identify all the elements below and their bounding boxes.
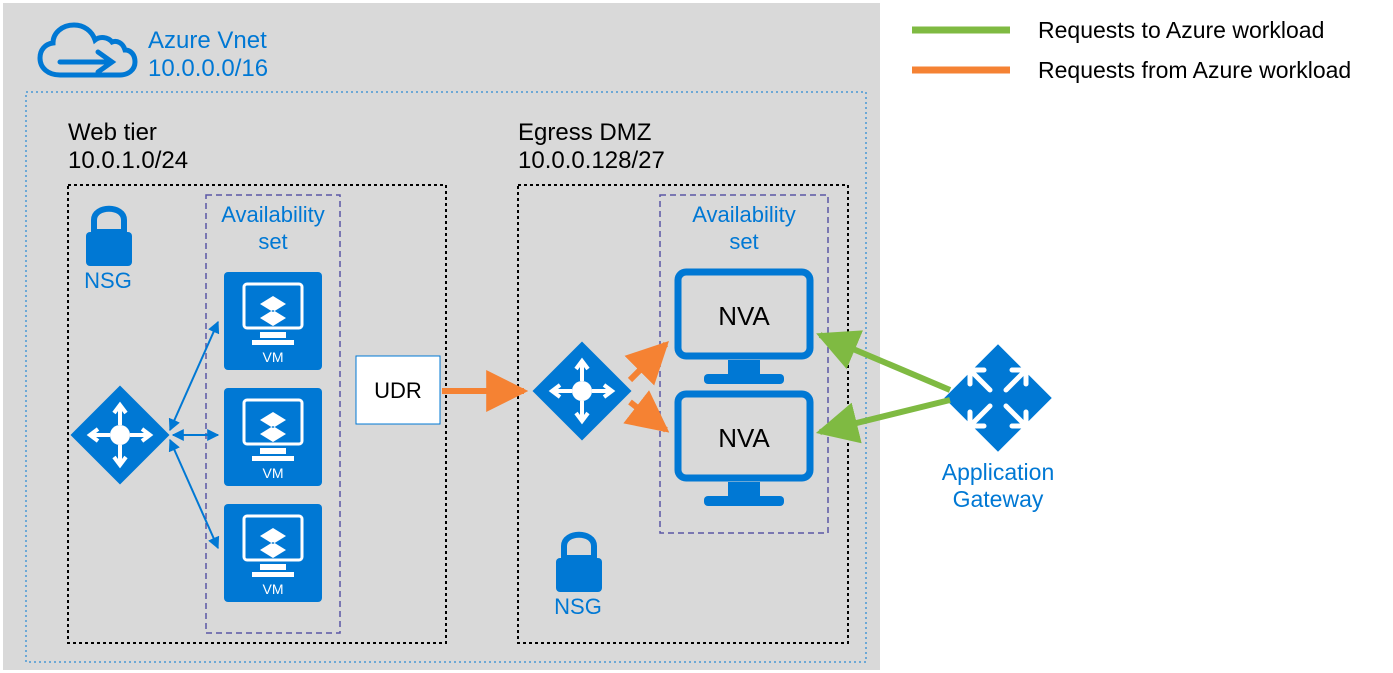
nsg-label-web: NSG <box>84 268 132 293</box>
web-tier-title: Web tier <box>68 119 157 146</box>
udr-label: UDR <box>374 378 422 403</box>
egress-dmz-cidr: 10.0.0.128/27 <box>518 147 665 174</box>
gateway-title-1: Application <box>942 459 1055 485</box>
vm-2: VM <box>224 388 322 486</box>
availability-label-dmz-2: set <box>729 229 758 254</box>
vnet-background <box>3 3 880 670</box>
gateway-title-2: Gateway <box>953 486 1044 512</box>
svg-text:VM: VM <box>263 465 284 481</box>
svg-text:VM: VM <box>263 581 284 597</box>
legend-to-label: Requests to Azure workload <box>1038 17 1324 43</box>
availability-label-dmz-1: Availability <box>692 202 796 227</box>
legend-from-label: Requests from Azure workload <box>1038 57 1351 83</box>
nsg-label-dmz: NSG <box>554 594 602 619</box>
vnet-title: Azure Vnet <box>148 27 267 54</box>
egress-dmz-title: Egress DMZ <box>518 119 651 146</box>
svg-text:VM: VM <box>263 349 284 365</box>
vm-1: VM <box>224 272 322 370</box>
availability-label-web-1: Availability <box>221 202 325 227</box>
svg-text:NVA: NVA <box>718 301 770 331</box>
vnet-cidr: 10.0.0.0/16 <box>148 55 268 82</box>
vm-3: VM <box>224 504 322 602</box>
svg-text:NVA: NVA <box>718 423 770 453</box>
application-gateway-icon <box>944 344 1051 451</box>
web-tier-cidr: 10.0.1.0/24 <box>68 147 188 174</box>
availability-label-web-2: set <box>258 229 287 254</box>
